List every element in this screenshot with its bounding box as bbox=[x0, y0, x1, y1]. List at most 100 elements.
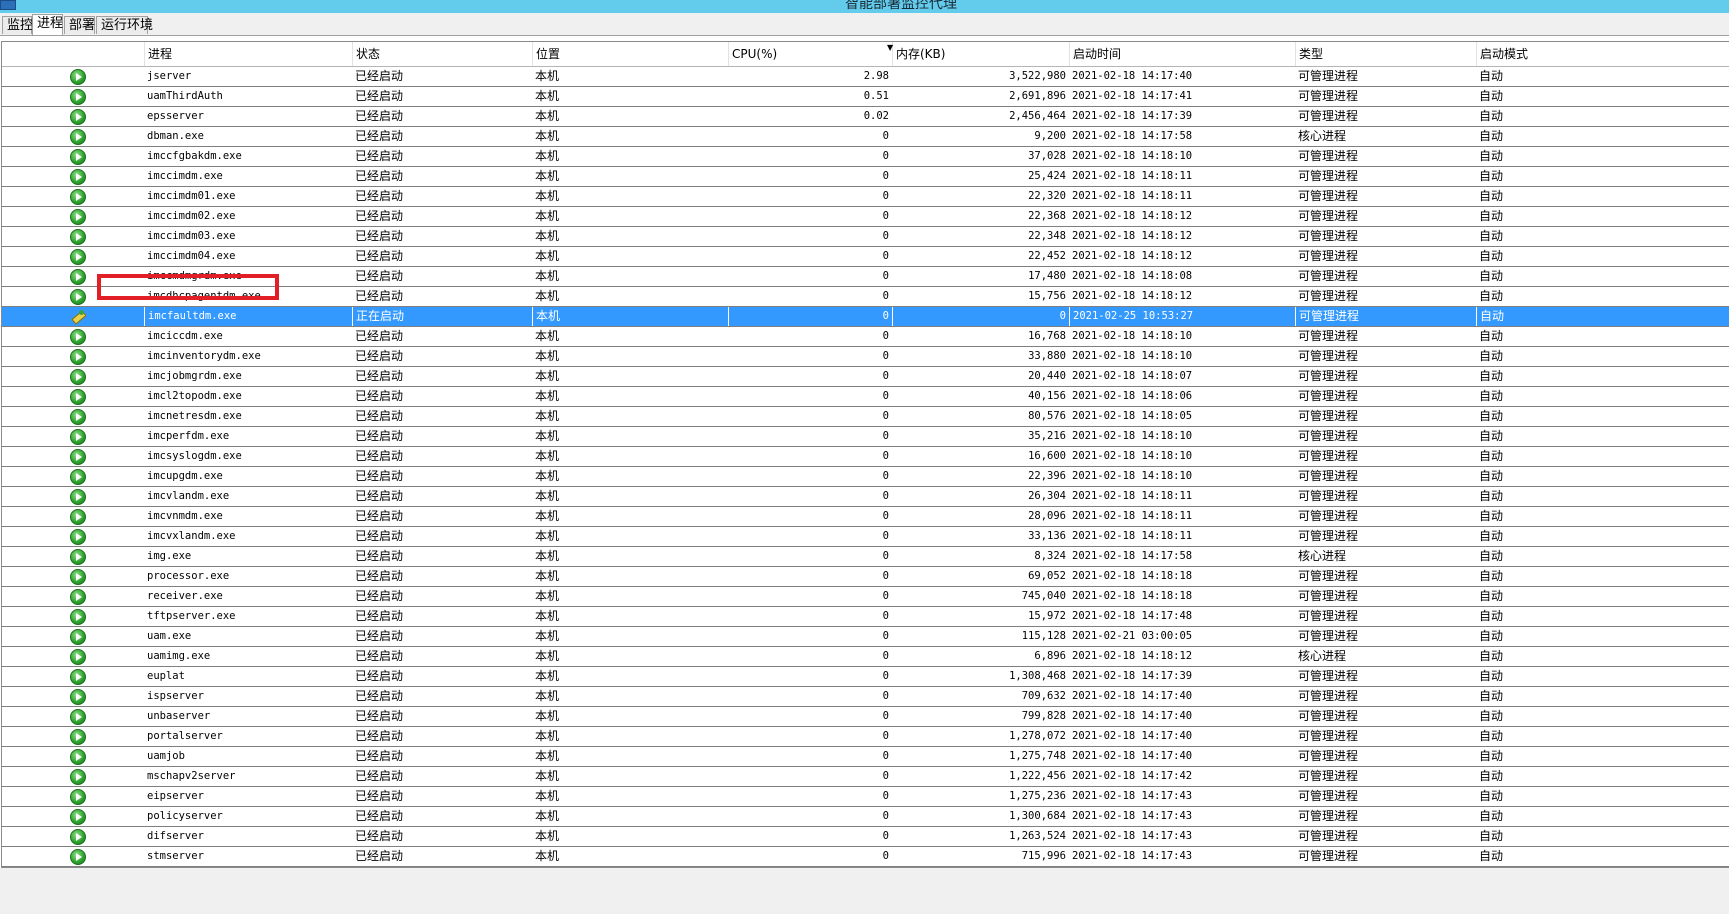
table-row[interactable]: portalserver 已经启动 本机 0 1,278,072 2021-02-18 1… bbox=[2, 727, 1729, 747]
process-location: 本机 bbox=[535, 89, 560, 103]
table-row[interactable]: uamjob 已经启动 本机 0 1,275,748 2021-02-18 14:17:4… bbox=[2, 747, 1729, 767]
table-row[interactable]: imcperfdm.exe 已经启动 本机 0 35,216 2021-02-18 14:… bbox=[2, 427, 1729, 447]
table-row[interactable]: dbman.exe 已经启动 本机 0 9,200 2021-02-18 14:17:58… bbox=[2, 127, 1729, 147]
table-row[interactable]: uamThirdAuth 已经启动 本机 0.51 2,691,896 2021-02-1… bbox=[2, 87, 1729, 107]
table-row[interactable]: epsserver 已经启动 本机 0.02 2,456,464 2021-02-18 1… bbox=[2, 107, 1729, 127]
process-location: 本机 bbox=[535, 449, 560, 463]
status-icon-cell bbox=[70, 69, 86, 85]
process-name: dbman.exe bbox=[147, 130, 204, 142]
table-row[interactable]: uamimg.exe 已经启动 本机 0 6,896 2021-02-18 14:18:1… bbox=[2, 647, 1729, 667]
process-type: 核心进程 bbox=[1298, 549, 1347, 563]
process-location: 本机 bbox=[535, 329, 560, 343]
running-icon bbox=[70, 209, 86, 225]
table-row[interactable]: imccimdm03.exe 已经启动 本机 0 22,348 2021-02-18 14… bbox=[2, 227, 1729, 247]
tab-environment[interactable]: 运行环境 bbox=[96, 16, 153, 34]
column-header-start-mode[interactable]: 启动模式 bbox=[1476, 42, 1729, 66]
status-icon-cell bbox=[70, 409, 86, 425]
process-name: receiver.exe bbox=[147, 590, 223, 602]
table-row[interactable]: ispserver 已经启动 本机 0 709,632 2021-02-18 14:17:… bbox=[2, 687, 1729, 707]
process-memory: 16,768 bbox=[1028, 330, 1066, 342]
process-type: 可管理进程 bbox=[1298, 589, 1359, 603]
table-row[interactable]: imccfgbakdm.exe 已经启动 本机 0 37,028 2021-02-18 1… bbox=[2, 147, 1729, 167]
running-icon bbox=[70, 469, 86, 485]
table-row[interactable]: imcjobmgrdm.exe 已经启动 本机 0 20,440 2021-02-18 1… bbox=[2, 367, 1729, 387]
table-row[interactable]: imcl2topodm.exe 已经启动 本机 0 40,156 2021-02-18 1… bbox=[2, 387, 1729, 407]
column-header-process[interactable]: 进程 bbox=[144, 42, 352, 66]
process-cpu: 0 bbox=[882, 130, 889, 142]
running-icon bbox=[70, 749, 86, 765]
tab-process[interactable]: 进程 bbox=[32, 14, 63, 35]
running-icon bbox=[70, 729, 86, 745]
table-row[interactable]: img.exe 已经启动 本机 0 8,324 2021-02-18 14:17:58 核心… bbox=[2, 547, 1729, 567]
table-row[interactable]: imcvxlandm.exe 已经启动 本机 0 33,136 2021-02-18 14… bbox=[2, 527, 1729, 547]
process-name: ispserver bbox=[147, 690, 204, 702]
tab-deploy[interactable]: 部署 bbox=[64, 16, 95, 34]
table-row[interactable]: imccimdm02.exe 已经启动 本机 0 22,368 2021-02-18 14… bbox=[2, 207, 1729, 227]
table-row[interactable]: imcvlandm.exe 已经启动 本机 0 26,304 2021-02-18 14:… bbox=[2, 487, 1729, 507]
table-row[interactable]: imcdhcpagentdm.exe 已经启动 本机 0 15,756 2021-02-1… bbox=[2, 287, 1729, 307]
process-start-mode: 自动 bbox=[1479, 489, 1504, 503]
table-row[interactable]: uam.exe 已经启动 本机 0 115,128 2021-02-21 03:00:05… bbox=[2, 627, 1729, 647]
process-location: 本机 bbox=[535, 589, 560, 603]
running-icon bbox=[70, 809, 86, 825]
table-row[interactable]: imcvnmdm.exe 已经启动 本机 0 28,096 2021-02-18 14:1… bbox=[2, 507, 1729, 527]
process-cpu: 0 bbox=[882, 230, 889, 242]
column-header-location[interactable]: 位置 bbox=[532, 42, 728, 66]
table-row[interactable]: imcnetresdm.exe 已经启动 本机 0 80,576 2021-02-18 1… bbox=[2, 407, 1729, 427]
table-row[interactable]: imcfaultdm.exe 正在启动 本机 0 0 2021-02-25 10:53:2… bbox=[2, 307, 1729, 327]
process-start-time: 2021-02-18 14:18:18 bbox=[1072, 590, 1193, 602]
column-header-status[interactable]: 状态 bbox=[352, 42, 532, 66]
process-type: 可管理进程 bbox=[1298, 669, 1359, 683]
table-row[interactable]: eipserver 已经启动 本机 0 1,275,236 2021-02-18 14:1… bbox=[2, 787, 1729, 807]
column-header-icon[interactable] bbox=[2, 42, 144, 66]
table-row[interactable]: processor.exe 已经启动 本机 0 69,052 2021-02-18 14:… bbox=[2, 567, 1729, 587]
column-header-memory[interactable]: 内存(KB) bbox=[892, 42, 1069, 66]
running-icon bbox=[70, 689, 86, 705]
process-start-mode: 自动 bbox=[1479, 729, 1504, 743]
table-row[interactable]: imcinventorydm.exe 已经启动 本机 0 33,880 2021-02-1… bbox=[2, 347, 1729, 367]
process-location: 本机 bbox=[535, 849, 560, 863]
process-table[interactable]: 进程 状态 位置 CPU(%) 内存(KB) 启动时间 类型 启动模式 ▼ js… bbox=[1, 41, 1729, 868]
process-location: 本机 bbox=[535, 729, 560, 743]
table-row[interactable]: jserver 已经启动 本机 2.98 3,522,980 2021-02-18 14:… bbox=[2, 67, 1729, 87]
process-status: 已经启动 bbox=[355, 169, 404, 183]
table-row[interactable]: difserver 已经启动 本机 0 1,263,524 2021-02-18 14:1… bbox=[2, 827, 1729, 847]
tab-monitor[interactable]: 监控 bbox=[2, 16, 33, 34]
process-memory: 69,052 bbox=[1028, 570, 1066, 582]
table-row[interactable]: policyserver 已经启动 本机 0 1,300,684 2021-02-18 1… bbox=[2, 807, 1729, 827]
process-cpu: 0 bbox=[882, 690, 889, 702]
table-row[interactable]: euplat 已经启动 本机 0 1,308,468 2021-02-18 14:17:3… bbox=[2, 667, 1729, 687]
process-name: imcnetresdm.exe bbox=[147, 410, 242, 422]
table-row[interactable]: tftpserver.exe 已经启动 本机 0 15,972 2021-02-18 14… bbox=[2, 607, 1729, 627]
running-icon bbox=[70, 769, 86, 785]
process-status: 已经启动 bbox=[355, 289, 404, 303]
running-icon bbox=[70, 289, 86, 305]
process-start-time: 2021-02-18 14:17:41 bbox=[1072, 90, 1193, 102]
table-row[interactable]: stmserver 已经启动 本机 0 715,996 2021-02-18 14:17:… bbox=[2, 847, 1729, 867]
process-start-mode: 自动 bbox=[1479, 669, 1504, 683]
process-cpu: 0 bbox=[882, 290, 889, 302]
column-header-type[interactable]: 类型 bbox=[1295, 42, 1476, 66]
process-status: 已经启动 bbox=[355, 809, 404, 823]
process-memory: 33,880 bbox=[1028, 350, 1066, 362]
table-row[interactable]: imccimdm01.exe 已经启动 本机 0 22,320 2021-02-18 14… bbox=[2, 187, 1729, 207]
process-start-time: 2021-02-18 14:18:08 bbox=[1072, 270, 1193, 282]
process-location: 本机 bbox=[535, 169, 560, 183]
process-name: unbaserver bbox=[147, 710, 211, 722]
table-row[interactable]: imccimdm04.exe 已经启动 本机 0 22,452 2021-02-18 14… bbox=[2, 247, 1729, 267]
table-row[interactable]: imciccdm.exe 已经启动 本机 0 16,768 2021-02-18 14:1… bbox=[2, 327, 1729, 347]
column-header-start-time[interactable]: 启动时间 bbox=[1069, 42, 1295, 66]
table-row[interactable]: receiver.exe 已经启动 本机 0 745,040 2021-02-18 14:… bbox=[2, 587, 1729, 607]
process-status: 已经启动 bbox=[355, 589, 404, 603]
table-row[interactable]: imccmdmgrdm.exe 已经启动 本机 0 17,480 2021-02-18 1… bbox=[2, 267, 1729, 287]
table-row[interactable]: imccimdm.exe 已经启动 本机 0 25,424 2021-02-18 14:1… bbox=[2, 167, 1729, 187]
table-row[interactable]: imcupgdm.exe 已经启动 本机 0 22,396 2021-02-18 14:1… bbox=[2, 467, 1729, 487]
table-row[interactable]: mschapv2server 已经启动 本机 0 1,222,456 2021-02-18… bbox=[2, 767, 1729, 787]
table-row[interactable]: imcsyslogdm.exe 已经启动 本机 0 16,600 2021-02-18 1… bbox=[2, 447, 1729, 467]
status-icon-cell bbox=[70, 269, 86, 285]
table-row[interactable]: unbaserver 已经启动 本机 0 799,828 2021-02-18 14:17… bbox=[2, 707, 1729, 727]
process-start-time: 2021-02-18 14:17:43 bbox=[1072, 810, 1193, 822]
column-header-cpu[interactable]: CPU(%) bbox=[728, 42, 892, 66]
process-memory: 28,096 bbox=[1028, 510, 1066, 522]
process-start-time: 2021-02-18 14:17:40 bbox=[1072, 730, 1193, 742]
